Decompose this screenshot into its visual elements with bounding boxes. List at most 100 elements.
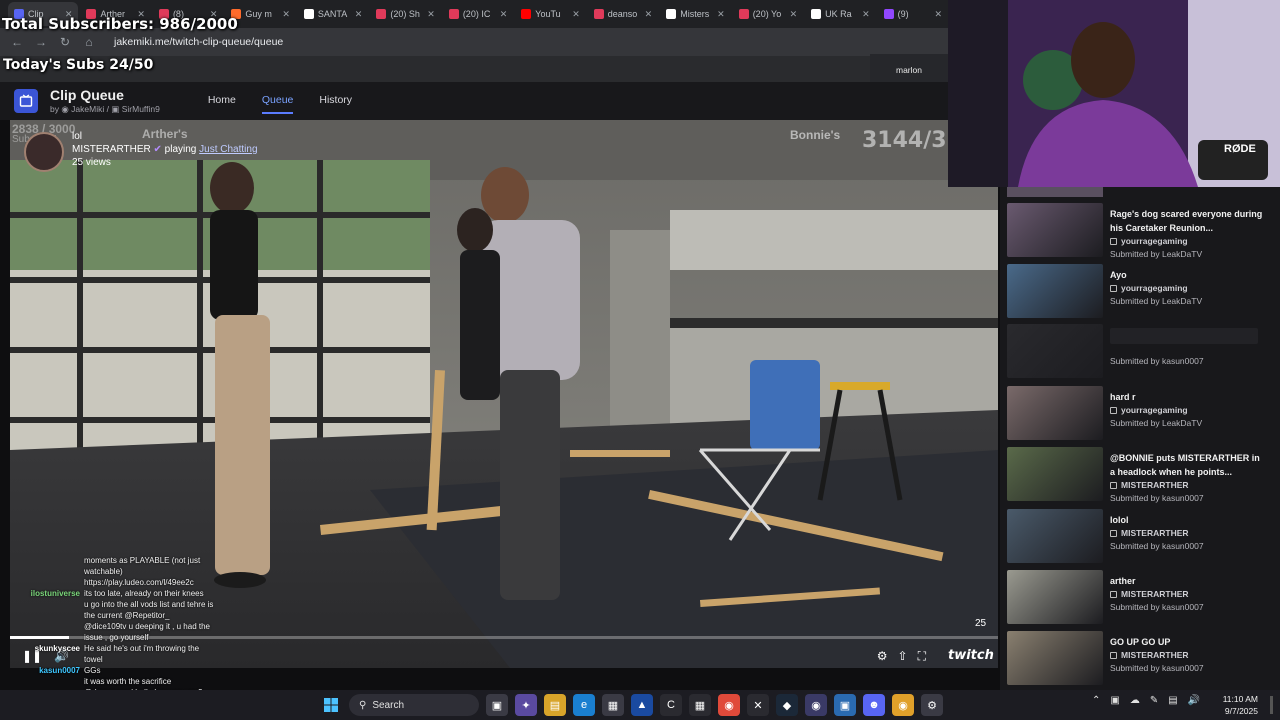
- browser-tab[interactable]: UK Ra ✕: [805, 2, 875, 26]
- chat-username[interactable]: [4, 621, 80, 643]
- browser-tab[interactable]: (20) IC ✕: [443, 2, 513, 26]
- queue-item-thumbnail[interactable]: [1007, 447, 1103, 501]
- queue-item-thumbnail[interactable]: [1007, 264, 1103, 318]
- queue-item-channel[interactable]: yourragegaming: [1110, 236, 1188, 246]
- chat-username[interactable]: kasun0007: [4, 665, 80, 676]
- tray-volume-icon[interactable]: 🔊: [1188, 695, 1200, 706]
- clip-title[interactable]: lol: [72, 130, 258, 143]
- chat-username[interactable]: ilostuniverse: [4, 588, 80, 599]
- tab-close-icon[interactable]: ✕: [862, 9, 870, 20]
- queue-item[interactable]: arther MISTERARTHER Submitted by kasun0007: [1007, 570, 1271, 626]
- queue-item-channel[interactable]: yourragegaming: [1110, 283, 1188, 293]
- browser-tab[interactable]: (20) Sh ✕: [370, 2, 440, 26]
- tray-monitor-icon[interactable]: ▤: [1168, 695, 1177, 706]
- share-icon[interactable]: ⇧: [898, 649, 908, 663]
- fullscreen-icon[interactable]: ⛶: [918, 649, 926, 664]
- chrome-profile-icon[interactable]: ◉: [892, 694, 914, 716]
- queue-item-title[interactable]: Rage's dog scared everyone during his Ca…: [1110, 207, 1266, 235]
- nav-queue[interactable]: Queue: [261, 88, 294, 114]
- app-icon-settings[interactable]: ⚙: [921, 694, 943, 716]
- back-icon[interactable]: ←: [10, 35, 24, 49]
- forward-icon[interactable]: →: [34, 35, 48, 49]
- tab-close-icon[interactable]: ✕: [717, 9, 725, 20]
- photos-icon[interactable]: ▣: [834, 694, 856, 716]
- tab-close-icon[interactable]: ✕: [427, 9, 435, 20]
- queue-item-channel[interactable]: MISTERARTHER: [1110, 480, 1189, 490]
- queue-item-thumbnail[interactable]: [1007, 386, 1103, 440]
- queue-item[interactable]: Rage's dog scared everyone during his Ca…: [1007, 203, 1271, 259]
- file-explorer-icon[interactable]: ▤: [544, 694, 566, 716]
- chrome-icon[interactable]: ◉: [718, 694, 740, 716]
- browser-tab[interactable]: SANTA ✕: [298, 2, 368, 26]
- queue-item-title[interactable]: lolol: [1110, 513, 1266, 527]
- chat-username[interactable]: [4, 676, 80, 687]
- home-icon[interactable]: ⌂: [82, 35, 96, 49]
- settings-icon[interactable]: ⚙: [877, 649, 888, 663]
- tray-chevron-up-icon[interactable]: ⌃: [1092, 695, 1100, 706]
- app-title[interactable]: Clip Queue: [50, 87, 160, 103]
- nav-history[interactable]: History: [319, 88, 352, 114]
- steam-icon[interactable]: ◆: [776, 694, 798, 716]
- channel-avatar[interactable]: [24, 132, 64, 172]
- queue-item-partial-thumb[interactable]: [1007, 187, 1103, 197]
- queue-item-thumbnail[interactable]: [1007, 324, 1103, 378]
- tab-close-icon[interactable]: ✕: [500, 9, 508, 20]
- author-link-jakemiki[interactable]: JakeMiki: [71, 104, 104, 114]
- app-icon-a[interactable]: ▲: [631, 694, 653, 716]
- queue-item-title[interactable]: arther: [1110, 574, 1266, 588]
- chat-username[interactable]: skunkyscee: [4, 643, 80, 665]
- queue-item-title[interactable]: hard r: [1110, 390, 1266, 404]
- queue-item-channel[interactable]: MISTERARTHER: [1110, 589, 1189, 599]
- queue-item-title[interactable]: Ayo: [1110, 268, 1266, 282]
- taskbar-search[interactable]: ⚲ Search: [349, 694, 479, 716]
- queue-item-thumbnail[interactable]: [1007, 570, 1103, 624]
- queue-item[interactable]: GO UP GO UP MISTERARTHER Submitted by kasu…: [1007, 631, 1271, 687]
- calculator-icon[interactable]: ▦: [689, 694, 711, 716]
- taskbar-clock[interactable]: 11:10 AM 9/7/2025: [1212, 693, 1258, 717]
- tray-app-icon[interactable]: ▣: [1110, 695, 1119, 706]
- app-logo-icon[interactable]: [14, 89, 38, 113]
- queue-item-thumbnail[interactable]: [1007, 509, 1103, 563]
- queue-item[interactable]: @BONNIE puts MISTERARTHER in a headlock …: [1007, 447, 1271, 503]
- tab-close-icon[interactable]: ✕: [645, 9, 653, 20]
- queue-item-channel[interactable]: yourragegaming: [1110, 405, 1188, 415]
- task-view-icon[interactable]: ▣: [486, 694, 508, 716]
- browser-tab[interactable]: Misters ✕: [660, 2, 730, 26]
- app-icon-c[interactable]: C: [660, 694, 682, 716]
- browser-tab[interactable]: deanso ✕: [588, 2, 658, 26]
- queue-item-title[interactable]: @BONNIE puts MISTERARTHER in a headlock …: [1110, 451, 1266, 479]
- terminal-icon[interactable]: ✕: [747, 694, 769, 716]
- queue-item-thumbnail[interactable]: [1007, 631, 1103, 685]
- browser-tab[interactable]: (20) Yo ✕: [733, 2, 803, 26]
- tray-cloud-icon[interactable]: ☁: [1130, 695, 1140, 706]
- queue-item[interactable]: Submitted by kasun0007: [1007, 324, 1271, 380]
- tab-close-icon[interactable]: ✕: [282, 9, 290, 20]
- copilot-icon[interactable]: ✦: [515, 694, 537, 716]
- queue-item-channel[interactable]: MISTERARTHER: [1110, 650, 1189, 660]
- clip-channel[interactable]: MISTERARTHER: [72, 144, 151, 155]
- edge-icon[interactable]: e: [573, 694, 595, 716]
- store-icon[interactable]: ▦: [602, 694, 624, 716]
- discord-icon[interactable]: ☻: [863, 694, 885, 716]
- tab-close-icon[interactable]: ✕: [935, 9, 943, 20]
- queue-item-title[interactable]: GO UP GO UP: [1110, 635, 1266, 649]
- queue-item[interactable]: Ayo yourragegaming Submitted by LeakDaTV: [1007, 264, 1271, 320]
- tab-close-icon[interactable]: ✕: [790, 9, 798, 20]
- obs-icon[interactable]: ◉: [805, 694, 827, 716]
- queue-item-channel[interactable]: MISTERARTHER: [1110, 528, 1189, 538]
- nav-home[interactable]: Home: [208, 88, 236, 114]
- queue-item[interactable]: lolol MISTERARTHER Submitted by kasun0007: [1007, 509, 1271, 565]
- reload-icon[interactable]: ↻: [58, 35, 72, 49]
- windows-start-icon[interactable]: [320, 694, 342, 716]
- author-link-sirmuffin9[interactable]: SirMuffin9: [122, 104, 160, 114]
- tab-close-icon[interactable]: ✕: [572, 9, 580, 20]
- chat-username[interactable]: [4, 577, 80, 588]
- browser-tab[interactable]: (9) ✕: [878, 2, 948, 26]
- clip-game-link[interactable]: Just Chatting: [199, 144, 257, 155]
- url-input[interactable]: jakemiki.me/twitch-clip-queue/queue: [114, 36, 283, 48]
- tab-close-icon[interactable]: ✕: [355, 9, 363, 20]
- tray-pen-icon[interactable]: ✎: [1150, 695, 1158, 706]
- queue-item[interactable]: hard r yourragegaming Submitted by LeakDaT…: [1007, 386, 1271, 442]
- queue-item-thumbnail[interactable]: [1007, 203, 1103, 257]
- browser-tab[interactable]: YouTu ✕: [515, 2, 585, 26]
